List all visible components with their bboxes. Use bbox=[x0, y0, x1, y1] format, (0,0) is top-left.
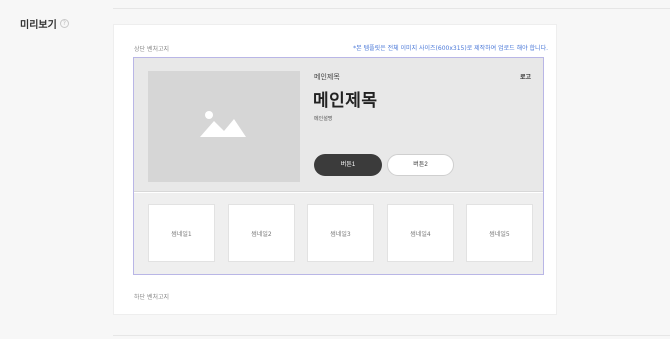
hero-subtitle: 메인제목 bbox=[314, 73, 340, 81]
thumbnail-label: 썸네일4 bbox=[410, 230, 431, 238]
thumbnail-3[interactable]: 썸네일3 bbox=[307, 204, 374, 262]
hero-section: 메인제목 메인제목 메인설명 로고 버튼1 버튼2 bbox=[134, 58, 543, 192]
hero-image-placeholder bbox=[148, 71, 300, 182]
image-placeholder-icon bbox=[200, 111, 246, 137]
thumbnail-label: 썸네일3 bbox=[330, 230, 351, 238]
thumbnail-5[interactable]: 썸네일5 bbox=[466, 204, 533, 262]
logo-label: 로고 bbox=[519, 74, 531, 81]
thumbnail-1[interactable]: 썸네일1 bbox=[148, 204, 215, 262]
hero-description: 메인설명 bbox=[314, 116, 333, 122]
hero-title: 메인제목 bbox=[313, 91, 378, 111]
bottom-banner-label: 하단 벤처고지 bbox=[134, 294, 170, 301]
question-circle-icon[interactable]: ? bbox=[59, 19, 69, 28]
template-preview: 메인제목 메인제목 메인설명 로고 버튼1 버튼2 썸네일1 썸네일2 썸네일3… bbox=[133, 57, 544, 275]
thumbnail-label: 썸네일1 bbox=[171, 230, 192, 238]
section-title-text: 미리보기 bbox=[20, 20, 57, 31]
button-2[interactable]: 버튼2 bbox=[387, 154, 454, 176]
top-banner-label: 상단 벤처고지 bbox=[134, 46, 170, 53]
size-notice: *본 템플릿은 전체 이미지 사이즈(600x315)로 제작하여 업로드 해야… bbox=[353, 45, 548, 52]
thumbnail-label: 썸네일2 bbox=[251, 230, 272, 238]
thumbnail-label: 썸네일5 bbox=[489, 230, 510, 238]
section-title: 미리보기 ? bbox=[20, 16, 69, 31]
bottom-divider bbox=[113, 335, 670, 336]
thumbnail-4[interactable]: 썸네일4 bbox=[387, 204, 454, 262]
button-1[interactable]: 버튼1 bbox=[314, 154, 382, 176]
thumbnail-row: 썸네일1 썸네일2 썸네일3 썸네일4 썸네일5 bbox=[134, 193, 543, 274]
thumbnail-2[interactable]: 썸네일2 bbox=[228, 204, 295, 262]
top-divider bbox=[113, 8, 670, 9]
